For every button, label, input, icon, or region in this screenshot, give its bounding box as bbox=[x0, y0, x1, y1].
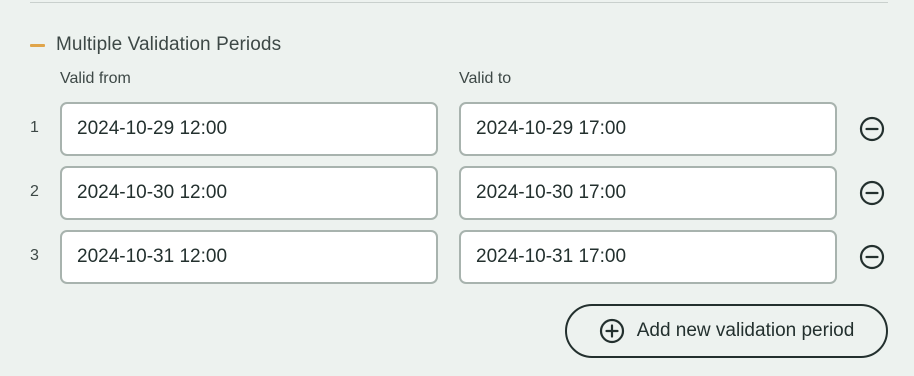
row-number: 1 bbox=[30, 119, 39, 136]
minus-circle-icon bbox=[859, 180, 885, 206]
period-row: 1 bbox=[0, 102, 914, 156]
valid-from-input[interactable] bbox=[60, 102, 438, 156]
valid-from-input[interactable] bbox=[60, 166, 438, 220]
period-row: 2 bbox=[0, 166, 914, 220]
section-header[interactable]: Multiple Validation Periods bbox=[30, 33, 281, 57]
valid-from-label: Valid from bbox=[60, 70, 131, 87]
minus-circle-icon bbox=[859, 116, 885, 142]
validation-periods-panel: Multiple Validation Periods Valid from V… bbox=[0, 0, 914, 376]
valid-to-label: Valid to bbox=[459, 70, 512, 87]
remove-period-button[interactable] bbox=[858, 115, 886, 143]
valid-to-input[interactable] bbox=[459, 102, 837, 156]
add-validation-period-button[interactable]: Add new validation period bbox=[565, 304, 888, 358]
remove-period-button[interactable] bbox=[858, 243, 886, 271]
period-row: 3 bbox=[0, 230, 914, 284]
valid-from-input[interactable] bbox=[60, 230, 438, 284]
row-number: 2 bbox=[30, 183, 39, 200]
plus-circle-icon bbox=[599, 318, 625, 344]
minus-circle-icon bbox=[859, 244, 885, 270]
collapse-dash-icon[interactable] bbox=[30, 43, 45, 47]
remove-period-button[interactable] bbox=[858, 179, 886, 207]
valid-to-input[interactable] bbox=[459, 166, 837, 220]
section-title: Multiple Validation Periods bbox=[56, 34, 282, 55]
valid-to-input[interactable] bbox=[459, 230, 837, 284]
row-number: 3 bbox=[30, 247, 39, 264]
add-validation-period-label: Add new validation period bbox=[636, 320, 855, 341]
top-divider bbox=[30, 2, 888, 3]
